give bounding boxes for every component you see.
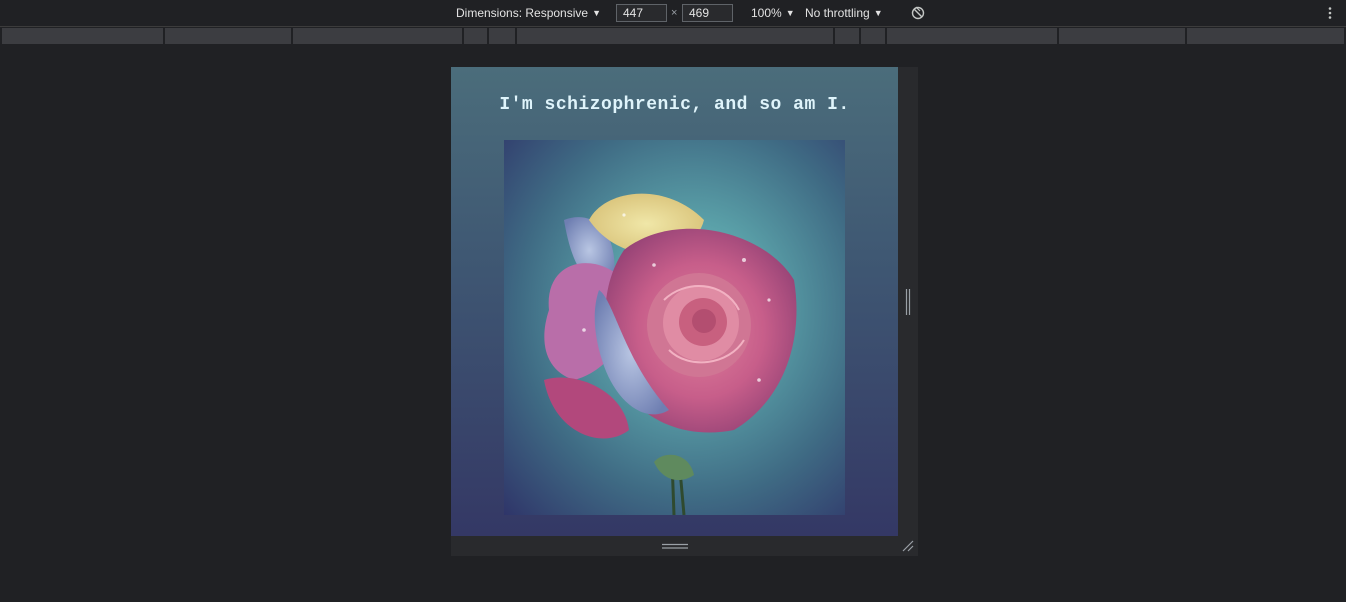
media-query-segment[interactable] (464, 28, 487, 44)
vertical-grip-icon[interactable] (905, 289, 911, 315)
media-query-segment[interactable] (165, 28, 291, 44)
caret-down-icon: ▼ (592, 8, 601, 18)
width-input[interactable]: 447 (616, 4, 667, 22)
media-query-segment[interactable] (517, 28, 833, 44)
media-query-segment[interactable] (861, 28, 885, 44)
rose-illustration (544, 193, 797, 515)
page-heading: I'm schizophrenic, and so am I. (499, 95, 850, 115)
zoom-dropdown[interactable]: 100% ▼ (751, 0, 795, 26)
rose-image (504, 140, 845, 515)
media-query-segment[interactable] (1187, 28, 1344, 44)
media-query-segment[interactable] (835, 28, 859, 44)
media-query-bar (0, 27, 1346, 45)
zoom-label: 100% (751, 6, 782, 20)
dimensions-label: Dimensions: Responsive (456, 6, 589, 20)
caret-down-icon: ▼ (785, 8, 795, 18)
times-symbol: × (671, 7, 678, 19)
media-query-segment[interactable] (489, 28, 515, 44)
dimensions-dropdown[interactable]: Dimensions: Responsive ▼ (456, 0, 601, 26)
device-toolbar: Dimensions: Responsive ▼ 447 × 469 100% ▼ … (0, 0, 1346, 27)
media-query-segment[interactable] (293, 28, 462, 44)
rotate-icon[interactable] (911, 6, 925, 20)
throttling-label: No throttling (805, 6, 870, 20)
media-query-segment[interactable] (2, 28, 163, 44)
height-input[interactable]: 469 (682, 4, 733, 22)
horizontal-grip-icon[interactable] (662, 543, 688, 550)
media-query-segment[interactable] (887, 28, 1057, 44)
corner-resize-icon[interactable] (902, 540, 914, 552)
media-query-segment[interactable] (1059, 28, 1185, 44)
throttling-dropdown[interactable]: No throttling ▼ (805, 0, 883, 26)
kebab-menu-icon[interactable] (1324, 6, 1336, 20)
caret-down-icon: ▼ (873, 8, 883, 18)
emulated-viewport: I'm schizophrenic, and so am I. (451, 67, 898, 536)
